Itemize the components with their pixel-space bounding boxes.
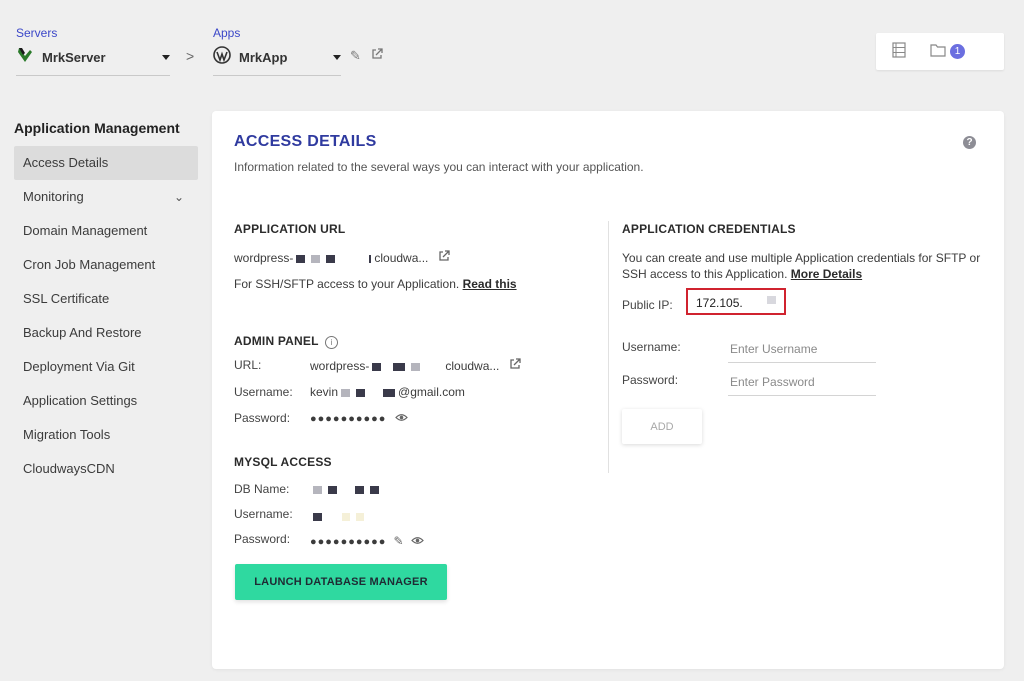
breadcrumb-separator: > [186,48,195,64]
cred-username-label: Username: [622,340,681,354]
edit-pencil-icon[interactable]: ✎ [394,534,405,548]
public-ip-label: Public IP: [622,298,673,312]
db-name-label: DB Name: [234,482,290,496]
eye-icon[interactable] [394,413,408,425]
admin-panel-heading: ADMIN PANEL i [234,334,338,349]
password-input[interactable] [728,375,876,396]
db-password: ●●●●●●●●●● ✎ [310,534,424,548]
application-url-heading: APPLICATION URL [234,222,346,236]
server-logo-icon [16,46,34,69]
admin-username: kevin @gmail.com [310,385,465,399]
cred-password-label: Password: [622,373,679,387]
external-link-icon[interactable] [371,48,383,64]
sidebar-item-monitoring[interactable]: Monitoring ⌄ [14,180,198,214]
chevron-down-icon[interactable] [162,55,170,60]
app-tools: ✎ [350,48,383,64]
folder-icon[interactable] [930,42,946,62]
public-ip-highlight: 172.105. [686,288,786,315]
sidebar-item-deployment-via-git[interactable]: Deployment Via Git [14,350,198,384]
db-username-label: Username: [234,507,293,521]
db-password-label: Password: [234,532,291,546]
notification-badge[interactable]: 1 [950,44,965,59]
sidebar-item-ssl-certificate[interactable]: SSL Certificate [14,282,198,316]
sidebar-item-cron-job-management[interactable]: Cron Job Management [14,248,198,282]
username-input[interactable] [728,342,876,363]
application-credentials-heading: APPLICATION CREDENTIALS [622,222,796,236]
external-link-icon[interactable] [509,358,521,373]
app-name: MrkApp [239,50,288,65]
access-details-panel: ACCESS DETAILS Information related to th… [212,111,1004,669]
sidebar-item-application-settings[interactable]: Application Settings [14,384,198,418]
add-credentials-button[interactable]: ADD [622,409,702,444]
public-ip-value: 172.105. [696,296,743,310]
eye-icon[interactable] [410,536,424,548]
page-subtitle: Information related to the several ways … [234,160,644,174]
servers-label: Servers [16,26,58,40]
server-list-icon[interactable] [892,42,906,63]
page-title: ACCESS DETAILS [234,133,377,150]
launch-database-manager-button[interactable]: LAUNCH DATABASE MANAGER [235,564,447,600]
server-selector[interactable]: Servers MrkServer [16,26,170,76]
sidebar-item-access-details[interactable]: Access Details [14,146,198,180]
server-name: MrkServer [42,50,106,65]
sidebar-item-backup-and-restore[interactable]: Backup And Restore [14,316,198,350]
application-url[interactable]: wordpress-cloudwa... [234,250,450,265]
external-link-icon[interactable] [438,250,450,265]
admin-url-label: URL: [234,358,262,372]
admin-password: ●●●●●●●●●● [310,413,408,425]
wordpress-logo-icon [213,46,231,69]
more-details-link[interactable]: More Details [791,267,862,281]
sidebar-title: Application Management [14,120,180,136]
admin-username-label: Username: [234,385,293,399]
ssh-info-text: For SSH/SFTP access to your Application.… [234,277,517,291]
db-username-value [310,509,367,523]
chevron-down-icon: ⌄ [173,190,184,204]
sidebar: Application Management Access Details Mo… [14,116,198,486]
mysql-access-heading: MYSQL ACCESS [234,455,332,469]
app-dropdown[interactable]: MrkApp [213,46,341,76]
top-bar: Servers MrkServer > Apps MrkApp ✎ 1 [0,0,1024,100]
read-this-link[interactable]: Read this [463,277,517,291]
chevron-down-icon[interactable] [333,55,341,60]
admin-url[interactable]: wordpress-cloudwa... [310,358,521,373]
sidebar-item-domain-management[interactable]: Domain Management [14,214,198,248]
app-selector[interactable]: Apps MrkApp [213,26,341,76]
server-dropdown[interactable]: MrkServer [16,46,170,76]
top-right-toolbar [876,33,1004,70]
db-name-value [310,482,382,496]
credentials-description: You can create and use multiple Applicat… [622,251,981,281]
sidebar-item-migration-tools[interactable]: Migration Tools [14,418,198,452]
admin-password-label: Password: [234,411,291,425]
help-icon[interactable]: ? [963,136,976,149]
edit-pencil-icon[interactable]: ✎ [350,48,361,64]
column-divider [608,221,609,473]
info-icon[interactable]: i [324,336,338,349]
sidebar-item-cloudwayscdn[interactable]: CloudwaysCDN [14,452,198,486]
apps-label: Apps [213,26,241,40]
